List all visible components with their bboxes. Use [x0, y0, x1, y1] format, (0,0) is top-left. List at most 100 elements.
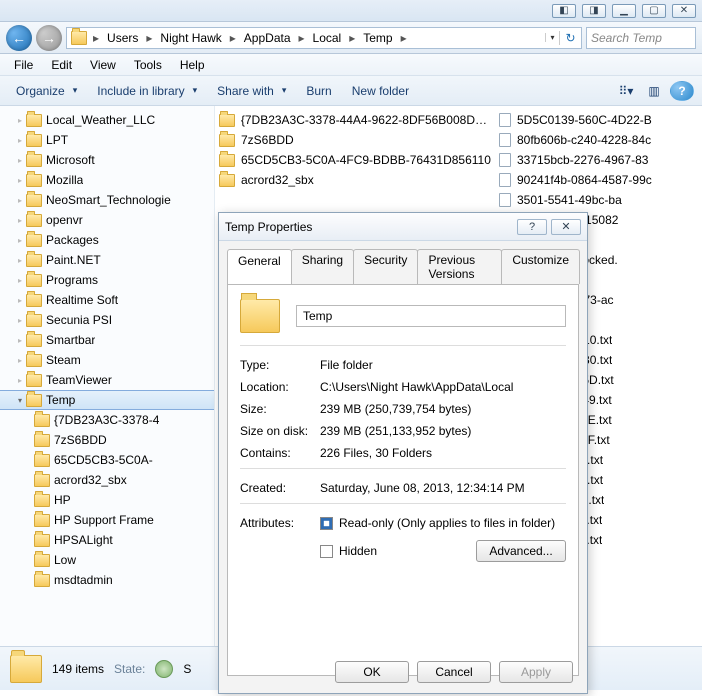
list-item[interactable]: 5D5C0139-560C-4D22-B: [495, 110, 695, 130]
dialog-titlebar[interactable]: Temp Properties ? ✕: [219, 213, 587, 241]
tab-general[interactable]: General: [227, 249, 292, 284]
tree-node[interactable]: ▸Realtime Soft: [0, 290, 214, 310]
advanced-button[interactable]: Advanced...: [476, 540, 566, 562]
list-item[interactable]: 7zS6BDD: [215, 130, 495, 150]
list-item[interactable]: 33715bcb-2276-4967-83: [495, 150, 695, 170]
tree-subnode[interactable]: 65CD5CB3-5C0A-: [0, 450, 214, 470]
tree-subnode[interactable]: acrord32_sbx: [0, 470, 214, 490]
tree-node[interactable]: ▸Packages: [0, 230, 214, 250]
folder-icon: [26, 314, 42, 327]
list-item[interactable]: 80fb606b-c240-4228-84c: [495, 130, 695, 150]
folder-icon: [26, 374, 42, 387]
new-folder-button[interactable]: New folder: [344, 81, 417, 101]
folder-icon-large: [10, 655, 42, 683]
menu-tools[interactable]: Tools: [126, 56, 170, 74]
readonly-checkbox[interactable]: [320, 517, 333, 530]
tree-node[interactable]: ▸Local_Weather_LLC: [0, 110, 214, 130]
menu-bar: File Edit View Tools Help: [0, 54, 702, 76]
folder-icon: [34, 474, 50, 487]
folder-icon: [26, 194, 42, 207]
forward-button[interactable]: →: [36, 25, 62, 51]
hidden-checkbox-row[interactable]: Hidden: [320, 544, 476, 558]
crumb-local[interactable]: Local: [307, 28, 348, 48]
crumb-temp[interactable]: Temp: [357, 28, 398, 48]
label-size-on-disk: Size on disk:: [240, 424, 320, 438]
folder-icon: [26, 154, 42, 167]
tree-node[interactable]: ▸TeamViewer: [0, 370, 214, 390]
view-options-button[interactable]: ⠿▾: [614, 81, 638, 101]
crumb-appdata[interactable]: AppData: [238, 28, 297, 48]
tree-subnode[interactable]: HP: [0, 490, 214, 510]
tree-node[interactable]: ▸Secunia PSI: [0, 310, 214, 330]
file-icon: [499, 133, 511, 147]
ok-button[interactable]: OK: [335, 661, 409, 683]
preview-pane-button[interactable]: ▥: [642, 81, 666, 101]
tree-subnode[interactable]: Low: [0, 550, 214, 570]
apply-button[interactable]: Apply: [499, 661, 573, 683]
include-library-button[interactable]: Include in library: [89, 81, 205, 101]
label-location: Location:: [240, 380, 320, 394]
folder-icon: [26, 134, 42, 147]
menu-help[interactable]: Help: [172, 56, 213, 74]
tree-subnode[interactable]: HP Support Frame: [0, 510, 214, 530]
back-button[interactable]: ←: [6, 25, 32, 51]
list-item[interactable]: {7DB23A3C-3378-44A4-9622-8DF56B008D8B}: [215, 110, 495, 130]
crumb-users[interactable]: Users: [101, 28, 144, 48]
shared-state-icon: [155, 660, 173, 678]
tree-node[interactable]: ▸NeoSmart_Technologie: [0, 190, 214, 210]
tree-subnode[interactable]: msdtadmin: [0, 570, 214, 590]
tree-node[interactable]: ▸Steam: [0, 350, 214, 370]
dialog-help-button[interactable]: ?: [517, 219, 547, 235]
organize-button[interactable]: Organize: [8, 81, 85, 101]
tree-subnode[interactable]: HPSALight: [0, 530, 214, 550]
chrome-button-a[interactable]: ◧: [552, 4, 576, 18]
file-icon: [499, 173, 511, 187]
close-button[interactable]: ✕: [672, 4, 696, 18]
search-input[interactable]: Search Temp: [586, 27, 696, 49]
maximize-button[interactable]: ▢: [642, 4, 666, 18]
addr-dropdown[interactable]: ▾: [545, 33, 559, 42]
tree-subnode[interactable]: 7zS6BDD: [0, 430, 214, 450]
folder-icon: [219, 134, 235, 147]
list-item[interactable]: 65CD5CB3-5C0A-4FC9-BDBB-76431D856110: [215, 150, 495, 170]
help-button[interactable]: ?: [670, 81, 694, 101]
chrome-button-b[interactable]: ◨: [582, 4, 606, 18]
minimize-button[interactable]: ▁: [612, 4, 636, 18]
tree-node[interactable]: ▸LPT: [0, 130, 214, 150]
tree-node[interactable]: ▸Programs: [0, 270, 214, 290]
list-item[interactable]: acrord32_sbx: [215, 170, 495, 190]
crumb-nighthawk[interactable]: Night Hawk: [154, 28, 227, 48]
crumb-sep: ▸: [91, 31, 101, 45]
folder-name-input[interactable]: [296, 305, 566, 327]
list-item[interactable]: 3501-5541-49bc-ba: [495, 190, 695, 210]
tree-node[interactable]: ▸Smartbar: [0, 330, 214, 350]
menu-edit[interactable]: Edit: [43, 56, 80, 74]
hidden-checkbox[interactable]: [320, 545, 333, 558]
share-with-button[interactable]: Share with: [209, 81, 294, 101]
tab-customize[interactable]: Customize: [501, 249, 580, 284]
tab-previous-versions[interactable]: Previous Versions: [417, 249, 502, 284]
menu-view[interactable]: View: [82, 56, 124, 74]
menu-file[interactable]: File: [6, 56, 41, 74]
tree-subnode[interactable]: {7DB23A3C-3378-4: [0, 410, 214, 430]
tree-node[interactable]: ▸Paint.NET: [0, 250, 214, 270]
readonly-checkbox-row[interactable]: Read-only (Only applies to files in fold…: [320, 516, 566, 530]
tree-node[interactable]: ▸Microsoft: [0, 150, 214, 170]
folder-icon: [219, 154, 235, 167]
tab-security[interactable]: Security: [353, 249, 418, 284]
burn-button[interactable]: Burn: [298, 81, 339, 101]
refresh-button[interactable]: ↻: [559, 31, 581, 45]
tree-node[interactable]: ▸openvr: [0, 210, 214, 230]
folder-icon: [26, 254, 42, 267]
tree-node-temp-selected[interactable]: ▾ Temp: [0, 390, 214, 410]
tree-node[interactable]: ▸Mozilla: [0, 170, 214, 190]
dialog-title: Temp Properties: [225, 220, 513, 234]
list-item[interactable]: 90241f4b-0864-4587-99c: [495, 170, 695, 190]
tab-sharing[interactable]: Sharing: [291, 249, 354, 284]
nav-tree[interactable]: ▸Local_Weather_LLC▸LPT▸Microsoft▸Mozilla…: [0, 106, 215, 646]
dialog-close-button[interactable]: ✕: [551, 219, 581, 235]
address-bar[interactable]: ▸ Users ▸ Night Hawk ▸ AppData ▸ Local ▸…: [66, 27, 582, 49]
value-type: File folder: [320, 358, 566, 372]
label-attributes: Attributes:: [240, 516, 320, 562]
cancel-button[interactable]: Cancel: [417, 661, 491, 683]
